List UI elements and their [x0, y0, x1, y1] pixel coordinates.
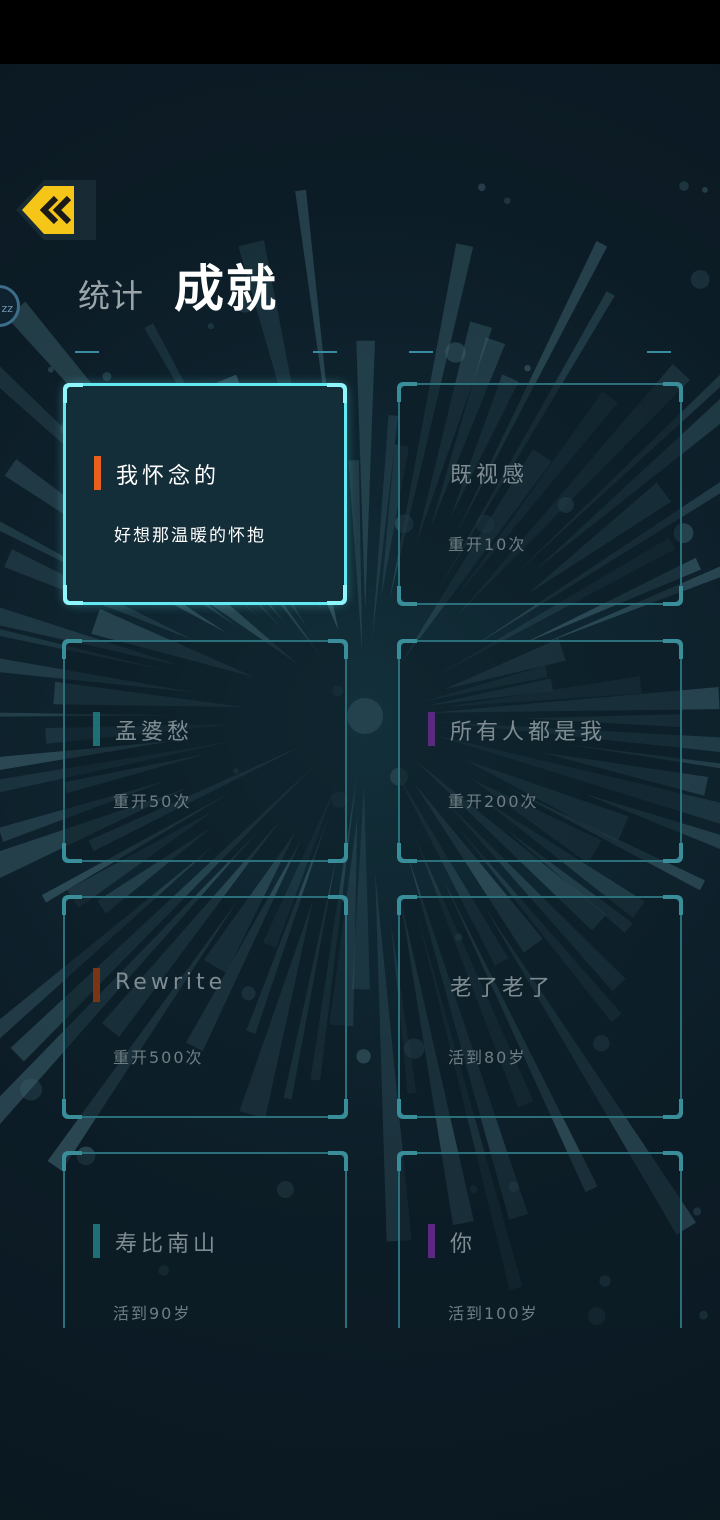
achievement-description: 活到80岁	[448, 1048, 527, 1067]
achievement-card[interactable]: 既视感 重开10次	[397, 382, 683, 606]
achievement-title: Rewrite	[115, 970, 227, 995]
achievement-title: 既视感	[450, 463, 529, 488]
achievement-description: 重开50次	[113, 792, 192, 811]
achievement-grid: 我怀念的 好想那温暖的怀抱 既视感 重开10次 孟婆愁 重开50次 所有人都是我…	[0, 64, 720, 1328]
achievement-accent-bar	[93, 1224, 100, 1258]
achievement-card[interactable]: 我怀念的 好想那温暖的怀抱	[63, 383, 347, 605]
achievement-card[interactable]: 孟婆愁 重开50次	[62, 639, 348, 863]
achievement-title: 我怀念的	[116, 464, 221, 489]
achievement-description: 重开200次	[448, 792, 539, 811]
achievements-screen: zz 统计 成就 我怀念的 好想那温暖的怀抱 既视感 重开10次 孟婆愁 重开5…	[0, 64, 720, 1520]
achievement-description: 重开10次	[448, 535, 527, 554]
achievement-title: 孟婆愁	[115, 720, 194, 745]
status-bar	[0, 0, 720, 64]
achievement-title: 寿比南山	[115, 1232, 220, 1257]
achievement-accent-bar	[93, 968, 100, 1002]
achievement-accent-bar	[428, 712, 435, 746]
achievement-accent-bar	[93, 712, 100, 746]
achievement-card[interactable]: Rewrite 重开500次	[62, 895, 348, 1119]
achievement-description: 活到90岁	[113, 1304, 192, 1323]
achievement-card[interactable]: 所有人都是我 重开200次	[397, 639, 683, 863]
achievement-card[interactable]: 你 活到100岁	[397, 1151, 683, 1328]
achievement-accent-bar	[428, 1224, 435, 1258]
achievement-title: 老了老了	[450, 976, 555, 1001]
achievement-card[interactable]: 寿比南山 活到90岁	[62, 1151, 348, 1328]
achievement-title: 你	[450, 1232, 477, 1257]
achievement-description: 重开500次	[113, 1048, 204, 1067]
achievement-card[interactable]: 老了老了 活到80岁	[397, 895, 683, 1119]
achievement-accent-bar	[94, 456, 101, 490]
achievement-title: 所有人都是我	[450, 720, 607, 745]
achievement-description: 活到100岁	[448, 1304, 539, 1323]
achievement-description: 好想那温暖的怀抱	[114, 526, 266, 546]
